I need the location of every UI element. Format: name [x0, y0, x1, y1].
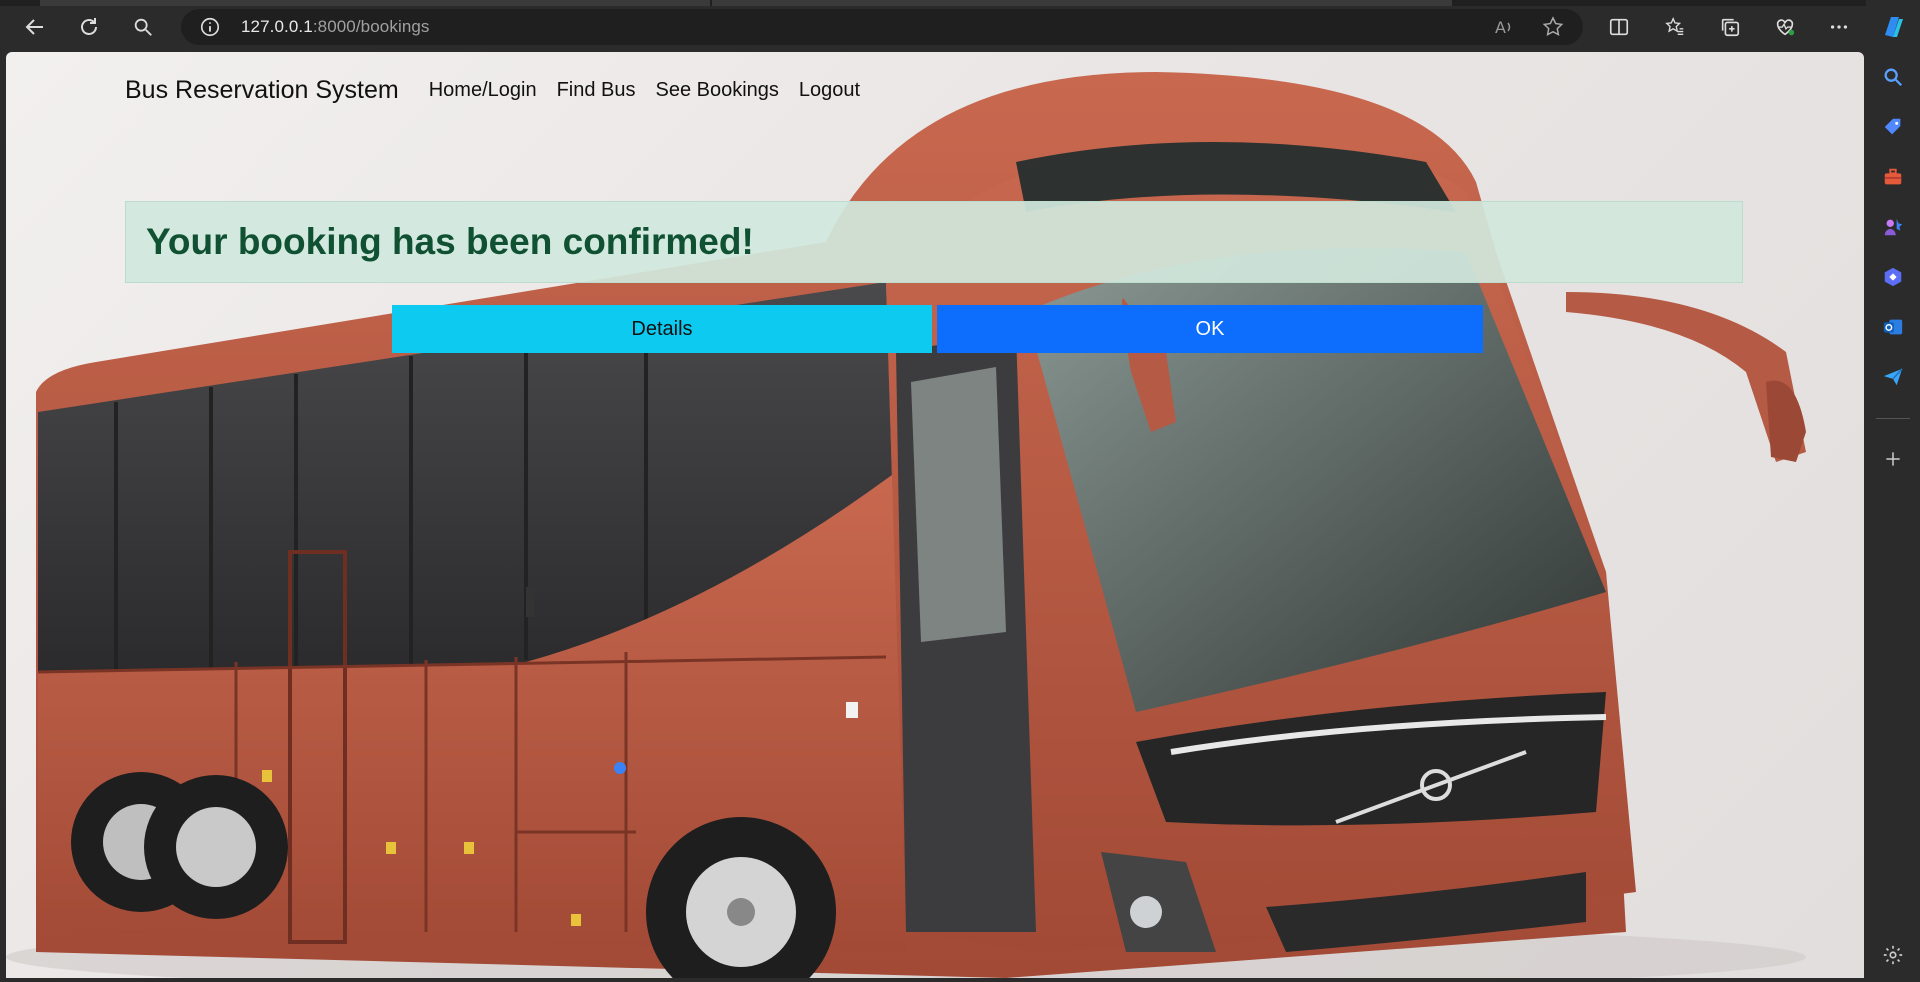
more-icon[interactable]: [1824, 12, 1854, 42]
url-text[interactable]: 127.0.0.1:8000/bookings: [241, 17, 430, 37]
copilot-app-icon[interactable]: [1878, 262, 1908, 292]
favorites-icon[interactable]: [1660, 12, 1690, 42]
outlook-icon[interactable]: [1878, 312, 1908, 342]
collections-icon[interactable]: [1715, 12, 1745, 42]
details-button[interactable]: Details: [392, 305, 932, 353]
address-bar[interactable]: 127.0.0.1:8000/bookings A: [181, 9, 1583, 45]
tab[interactable]: [712, 0, 1452, 6]
refresh-icon[interactable]: [73, 12, 105, 42]
read-aloud-icon[interactable]: A: [1493, 15, 1517, 39]
toolbox-icon[interactable]: [1878, 162, 1908, 192]
bus-background-image: [6, 72, 1806, 978]
search-icon[interactable]: [127, 12, 159, 42]
browser-toolbar: 127.0.0.1:8000/bookings A: [0, 0, 1920, 52]
settings-icon[interactable]: [1878, 940, 1908, 970]
nav-link-logout[interactable]: Logout: [799, 79, 860, 102]
url-path: :8000/bookings: [312, 17, 430, 36]
add-icon[interactable]: [1878, 444, 1908, 474]
favorite-star-icon[interactable]: [1541, 15, 1565, 39]
split-screen-icon[interactable]: [1604, 12, 1634, 42]
nav-link-see-bookings[interactable]: See Bookings: [656, 79, 779, 102]
copilot-icon[interactable]: [1878, 12, 1908, 42]
tab[interactable]: [40, 0, 710, 6]
url-host: 127.0.0.1: [241, 17, 313, 36]
info-icon[interactable]: [199, 16, 221, 38]
booking-confirmed-alert: Your booking has been confirmed!: [125, 201, 1743, 283]
svg-text:A: A: [1495, 18, 1506, 37]
health-icon[interactable]: [1770, 12, 1800, 42]
page-viewport: Bus Reservation System Home/Login Find B…: [6, 52, 1864, 978]
nav-link-find-bus[interactable]: Find Bus: [557, 79, 636, 102]
site-brand[interactable]: Bus Reservation System: [125, 76, 399, 105]
ok-button[interactable]: OK: [937, 305, 1483, 353]
alert-message: Your booking has been confirmed!: [146, 221, 754, 262]
games-icon[interactable]: [1878, 212, 1908, 242]
tab-strip: [0, 0, 1920, 6]
sidebar-divider: [1876, 418, 1910, 419]
send-icon[interactable]: [1878, 362, 1908, 392]
site-navbar: Bus Reservation System Home/Login Find B…: [125, 70, 880, 110]
back-icon[interactable]: [19, 12, 51, 42]
browser-sidebar: [1866, 0, 1920, 982]
nav-link-home-login[interactable]: Home/Login: [429, 79, 537, 102]
tag-icon[interactable]: [1878, 112, 1908, 142]
search-icon[interactable]: [1878, 62, 1908, 92]
